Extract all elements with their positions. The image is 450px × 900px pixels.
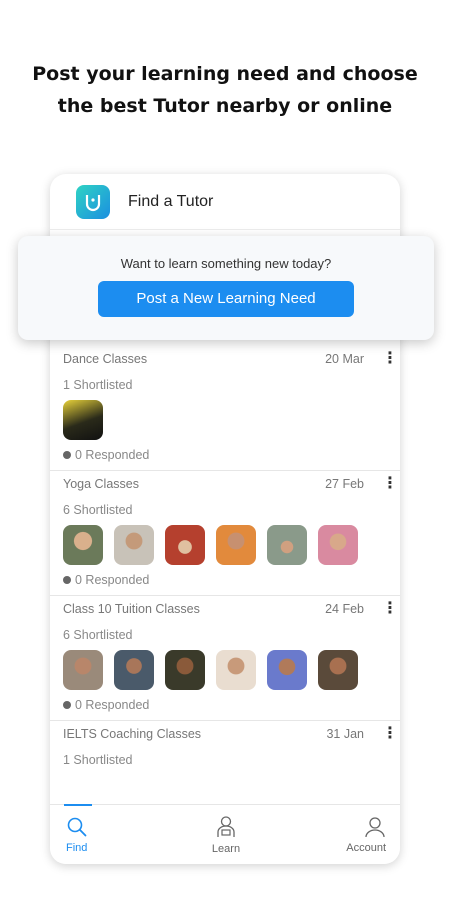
request-date: 31 Jan <box>326 727 364 741</box>
account-icon <box>365 816 385 837</box>
avatar-row <box>63 650 388 690</box>
avatar[interactable] <box>63 400 103 440</box>
request-item-dance[interactable]: Dance Classes 20 Mar ⋮ 1 Shortlisted 0 R… <box>50 346 400 471</box>
status-dot-icon <box>63 576 71 584</box>
request-date: 24 Feb <box>325 602 364 616</box>
avatar[interactable] <box>318 650 358 690</box>
avatar[interactable] <box>267 525 307 565</box>
avatar[interactable] <box>114 525 154 565</box>
avatar[interactable] <box>216 650 256 690</box>
avatar[interactable] <box>165 525 205 565</box>
app-logo-icon <box>76 184 110 219</box>
shortlisted-count: 6 Shortlisted <box>63 628 133 642</box>
nav-account[interactable]: Account <box>283 805 400 864</box>
post-learning-need-button[interactable]: Post a New Learning Need <box>98 281 354 317</box>
avatar[interactable] <box>63 525 103 565</box>
app-title: Find a Tutor <box>128 192 214 210</box>
more-options-icon[interactable]: ⋮ <box>382 351 398 367</box>
request-date: 20 Mar <box>325 352 364 366</box>
headline: Post your learning need and choose the b… <box>0 58 450 122</box>
app-bar: Find a Tutor <box>50 174 400 230</box>
shortlisted-count: 1 Shortlisted <box>63 378 133 392</box>
headline-line-1: Post your learning need and choose <box>32 63 418 85</box>
avatar[interactable] <box>165 650 205 690</box>
headline-line-2: the best Tutor nearby or online <box>57 95 393 117</box>
request-item-yoga[interactable]: Yoga Classes 27 Feb ⋮ 6 Shortlisted 0 Re… <box>50 471 400 596</box>
request-title: Dance Classes <box>63 352 148 366</box>
request-list: Dance Classes 20 Mar ⋮ 1 Shortlisted 0 R… <box>50 346 400 771</box>
avatar[interactable] <box>216 525 256 565</box>
avatar-row <box>63 400 388 440</box>
status-dot-icon <box>63 451 71 459</box>
nav-account-label: Account <box>346 841 386 854</box>
request-title: Class 10 Tuition Classes <box>63 602 200 616</box>
learning-prompt: Want to learn something new today? <box>120 256 332 271</box>
nav-find-label: Find <box>66 841 88 854</box>
avatar-row <box>63 525 388 565</box>
learning-need-card: Want to learn something new today? Post … <box>18 236 434 340</box>
request-title: IELTS Coaching Classes <box>63 727 202 741</box>
avatar[interactable] <box>114 650 154 690</box>
more-options-icon[interactable]: ⋮ <box>382 726 398 742</box>
nav-learn[interactable]: Learn <box>169 805 283 864</box>
more-options-icon[interactable]: ⋮ <box>382 601 398 617</box>
responded-count: 0 Responded <box>75 448 150 462</box>
avatar[interactable] <box>318 525 358 565</box>
bottom-nav: Find Learn Account <box>50 804 400 864</box>
avatar[interactable] <box>63 650 103 690</box>
responded-status: 0 Responded <box>63 565 388 595</box>
nav-learn-label: Learn <box>211 842 241 855</box>
responded-count: 0 Responded <box>75 698 150 712</box>
shortlisted-count: 1 Shortlisted <box>63 753 133 767</box>
request-item-ielts[interactable]: IELTS Coaching Classes 31 Jan ⋮ 1 Shortl… <box>50 721 400 771</box>
search-icon <box>67 817 87 836</box>
shortlisted-count: 6 Shortlisted <box>63 503 133 517</box>
more-options-icon[interactable]: ⋮ <box>382 476 398 492</box>
status-dot-icon <box>63 701 71 709</box>
nav-find[interactable]: Find <box>50 804 169 864</box>
request-item-class-10[interactable]: Class 10 Tuition Classes 24 Feb ⋮ 6 Shor… <box>50 596 400 721</box>
responded-status: 0 Responded <box>63 690 388 720</box>
responded-status: 0 Responded <box>63 440 388 470</box>
avatar[interactable] <box>267 650 307 690</box>
learner-icon <box>217 815 235 837</box>
request-title: Yoga Classes <box>63 477 139 491</box>
request-date: 27 Feb <box>325 477 364 491</box>
responded-count: 0 Responded <box>75 573 150 587</box>
